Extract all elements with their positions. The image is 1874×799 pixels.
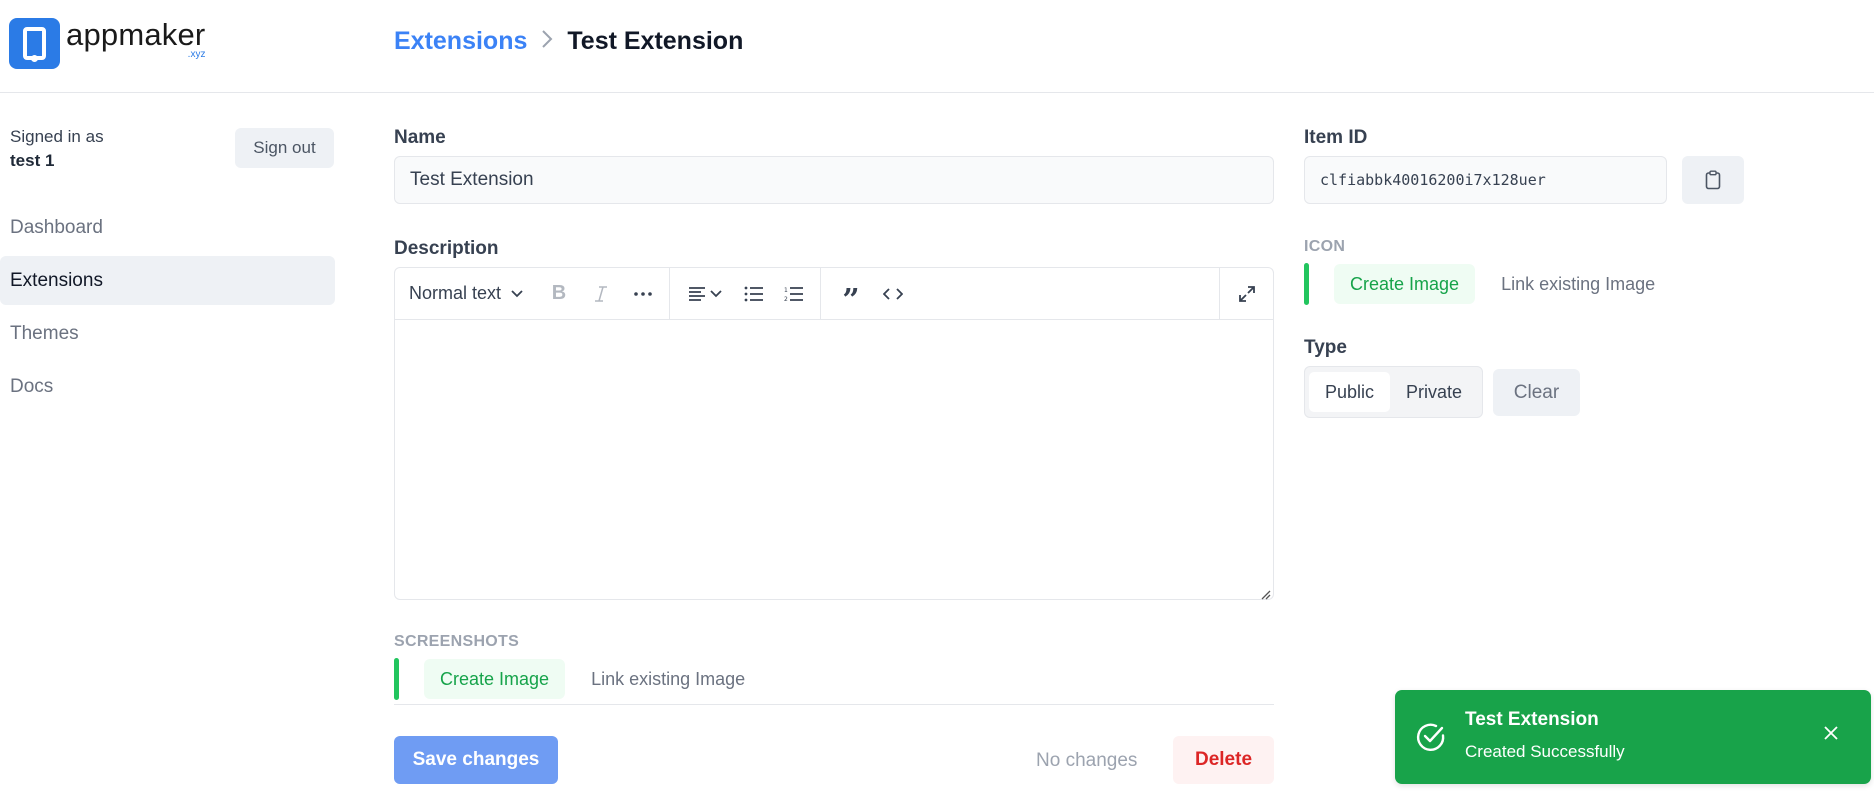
screenshots-link-image-button[interactable]: Link existing Image	[565, 659, 771, 699]
signed-in-label: Signed in as	[10, 127, 104, 146]
breadcrumb-current: Test Extension	[567, 27, 744, 55]
expand-icon[interactable]	[1219, 268, 1273, 320]
toast-title: Test Extension	[1465, 709, 1599, 730]
code-icon[interactable]	[875, 276, 911, 312]
name-label: Name	[394, 127, 446, 148]
screenshots-actions: Create Image Link existing Image	[394, 658, 771, 700]
block-type-label: Normal text	[409, 283, 502, 303]
more-icon[interactable]	[625, 276, 661, 312]
bullet-list-icon[interactable]	[736, 276, 772, 312]
chevron-right-icon	[541, 29, 553, 55]
save-status-text: No changes	[1036, 750, 1138, 771]
align-dropdown[interactable]	[682, 276, 728, 312]
quote-icon[interactable]: ”	[833, 276, 869, 318]
svg-text:2: 2	[784, 296, 788, 302]
svg-text:1: 1	[784, 287, 788, 294]
username: test 1	[10, 151, 55, 170]
sidebar-item-dashboard[interactable]: Dashboard	[0, 203, 335, 252]
logo-tld: .xyz	[187, 49, 206, 60]
bold-icon[interactable]: B	[541, 276, 577, 312]
chevron-down-icon	[511, 289, 523, 298]
icon-label: ICON	[1304, 238, 1346, 255]
type-label: Type	[1304, 337, 1347, 358]
type-segmented-control: Public Private	[1304, 366, 1483, 418]
icon-create-image-button[interactable]: Create Image	[1334, 264, 1476, 304]
signed-in-info: Signed in as test 1	[10, 125, 104, 173]
close-icon[interactable]	[1824, 726, 1838, 745]
logo-name: appmaker	[66, 17, 206, 52]
active-indicator	[1304, 263, 1309, 305]
sign-out-button[interactable]: Sign out	[235, 128, 334, 168]
copy-id-button[interactable]	[1682, 156, 1744, 204]
item-id-label: Item ID	[1304, 127, 1368, 148]
block-type-dropdown[interactable]: Normal text	[403, 276, 529, 312]
screenshots-label: SCREENSHOTS	[394, 633, 520, 650]
numbered-list-icon[interactable]: 12	[776, 276, 812, 312]
appmaker-logo[interactable]: appmaker .xyz	[9, 18, 205, 69]
save-changes-button[interactable]: Save changes	[394, 736, 558, 784]
active-indicator	[394, 658, 399, 700]
breadcrumb-extensions-link[interactable]: Extensions	[394, 27, 527, 56]
breadcrumb: Extensions Test Extension	[394, 27, 743, 56]
editor-content-area[interactable]	[395, 320, 1273, 599]
icon-link-image-button[interactable]: Link existing Image	[1475, 264, 1681, 304]
form-divider	[394, 704, 1274, 705]
resize-handle-icon[interactable]	[1261, 587, 1271, 600]
check-circle-icon	[1415, 721, 1447, 758]
toast-message: Created Successfully	[1465, 742, 1625, 761]
name-input[interactable]: Test Extension	[394, 156, 1274, 204]
phone-logo-icon	[9, 18, 60, 69]
chevron-down-icon	[710, 289, 722, 298]
success-toast: Test Extension Created Successfully	[1395, 690, 1871, 784]
icon-actions: Create Image Link existing Image	[1304, 263, 1681, 305]
sidebar-item-extensions[interactable]: Extensions	[0, 256, 335, 305]
delete-button[interactable]: Delete	[1173, 736, 1274, 784]
type-option-public[interactable]: Public	[1309, 372, 1391, 412]
clipboard-icon	[1705, 170, 1721, 190]
sidebar-item-themes[interactable]: Themes	[0, 309, 335, 358]
align-left-icon	[688, 286, 706, 301]
description-editor: Normal text B 1 2 ”	[394, 267, 1274, 600]
description-label: Description	[394, 238, 499, 259]
sidebar-item-docs[interactable]: Docs	[0, 362, 335, 411]
screenshots-create-image-button[interactable]: Create Image	[424, 659, 566, 699]
clear-type-button[interactable]: Clear	[1493, 369, 1580, 416]
top-header: appmaker .xyz Extensions Test Extension	[0, 0, 1874, 93]
sidebar-nav: Dashboard Extensions Themes Docs	[0, 203, 335, 415]
item-id-input[interactable]: clfiabbk40016200i7x128uer	[1304, 156, 1667, 204]
editor-toolbar: Normal text B 1 2 ”	[395, 268, 1273, 320]
type-option-private[interactable]: Private	[1390, 372, 1478, 412]
italic-icon[interactable]	[583, 276, 619, 312]
